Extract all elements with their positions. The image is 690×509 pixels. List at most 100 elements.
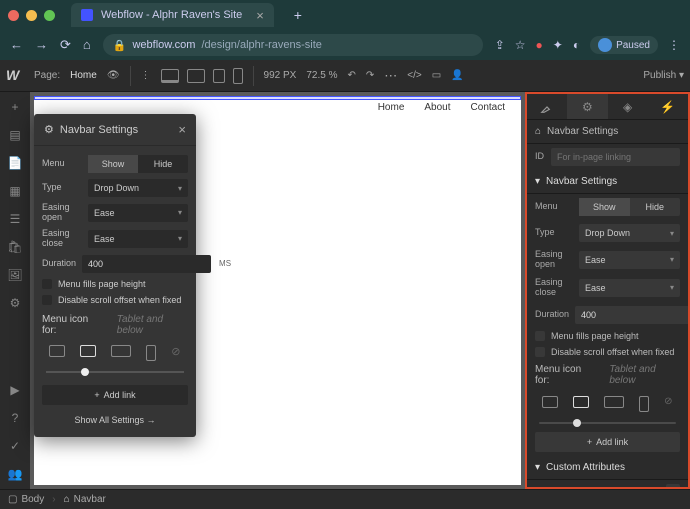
star-icon[interactable]: ☆ xyxy=(515,38,526,52)
nav-link[interactable]: Contact xyxy=(471,102,505,113)
hide-button[interactable]: Hide xyxy=(138,155,188,173)
device-mobile-icon[interactable] xyxy=(233,68,243,84)
easing-open-select-r[interactable]: Ease▾ xyxy=(579,251,680,269)
back-icon[interactable]: ← xyxy=(10,37,23,53)
extensions-icon[interactable]: ✦ xyxy=(553,38,563,52)
profile-avatar-icon xyxy=(598,38,612,52)
address-bar[interactable]: 🔒 webflow.com/design/alphr-ravens-site xyxy=(103,34,483,56)
device-option-tablet[interactable] xyxy=(80,345,96,357)
ecommerce-icon[interactable]: 🛍 xyxy=(8,240,22,254)
disable-scroll-checkbox-r[interactable]: Disable scroll offset when fixed xyxy=(527,344,688,360)
webflow-favicon xyxy=(81,9,93,21)
gear-icon xyxy=(44,123,54,136)
pages-icon[interactable]: 📄 xyxy=(8,156,22,170)
device-none-r[interactable]: ⊘ xyxy=(664,396,672,412)
add-link-button-r[interactable]: +Add link xyxy=(535,432,680,452)
device-mobile-landscape-icon[interactable] xyxy=(213,69,225,83)
settings-tab[interactable]: ⚙ xyxy=(567,94,607,119)
easing-close-select-r[interactable]: Ease▾ xyxy=(579,279,680,297)
webflow-logo[interactable]: W xyxy=(6,67,24,85)
browser-tab[interactable]: Webflow - Alphr Raven's Site × xyxy=(71,3,274,27)
device-tablet-icon[interactable] xyxy=(187,69,205,83)
breadcrumb-navbar[interactable]: Navbar xyxy=(64,494,106,505)
undo-icon[interactable]: ↶ xyxy=(347,70,355,81)
extension-icon-2[interactable]: ◐ xyxy=(573,38,580,52)
users-icon[interactable]: 👥 xyxy=(8,467,22,481)
page-name[interactable]: Home xyxy=(70,70,97,81)
export-icon[interactable]: ▭ xyxy=(432,70,441,81)
breadcrumb-body[interactable]: ▢Body xyxy=(8,494,44,505)
navigator-icon[interactable]: ▤ xyxy=(8,128,22,142)
new-tab-button[interactable]: + xyxy=(288,5,308,25)
add-element-icon[interactable]: + xyxy=(8,100,22,114)
easing-open-select[interactable]: Ease▾ xyxy=(88,204,188,222)
easing-close-select[interactable]: Ease▾ xyxy=(88,230,188,248)
duration-input-r[interactable] xyxy=(575,306,690,324)
preview-icon[interactable]: 👁 xyxy=(107,70,120,81)
home-icon[interactable]: ⌂ xyxy=(83,37,91,53)
maximize-window[interactable] xyxy=(44,10,55,21)
menu-fills-checkbox[interactable]: Menu fills page height xyxy=(42,276,188,292)
close-popup-icon[interactable]: × xyxy=(178,122,186,137)
zoom-level[interactable]: 72.5 % xyxy=(306,70,337,81)
audit-icon[interactable]: ✓ xyxy=(8,439,22,453)
device-option-landscape[interactable] xyxy=(111,345,131,357)
show-all-settings-button[interactable]: Show All Settings → xyxy=(42,409,188,431)
help-icon[interactable]: ? xyxy=(8,411,22,425)
reload-icon[interactable]: ⟳ xyxy=(60,37,71,53)
assets-icon[interactable]: 🖼 xyxy=(8,268,22,282)
code-icon[interactable]: </> xyxy=(407,70,421,81)
components-icon[interactable]: ▦ xyxy=(8,184,22,198)
forward-icon[interactable]: → xyxy=(35,37,48,53)
share-icon[interactable]: ⇪ xyxy=(495,38,505,52)
device-tablet-r[interactable] xyxy=(573,396,589,408)
nav-link[interactable]: Home xyxy=(378,102,405,113)
nav-link[interactable]: About xyxy=(424,102,450,113)
share-designer-icon[interactable]: 👤 xyxy=(451,70,463,81)
navbar-settings-section[interactable]: ▾Navbar Settings xyxy=(527,170,688,194)
more-icon[interactable]: ⋮ xyxy=(141,70,151,81)
hide-button-r[interactable]: Hide xyxy=(630,198,681,216)
show-button[interactable]: Show xyxy=(88,155,138,173)
video-icon[interactable]: ▶ xyxy=(8,383,22,397)
device-desktop-icon[interactable] xyxy=(161,69,179,83)
device-landscape-r[interactable] xyxy=(604,396,624,408)
duration-input[interactable] xyxy=(82,255,211,273)
breakpoint-slider-r[interactable] xyxy=(527,418,688,428)
canvas-width[interactable]: 992 PX xyxy=(264,70,297,81)
device-mobile-r[interactable] xyxy=(639,396,649,412)
device-option-none[interactable]: ⊘ xyxy=(171,345,180,361)
close-tab-icon[interactable]: × xyxy=(256,8,264,23)
add-link-button[interactable]: +Add link xyxy=(42,385,188,405)
profile-paused[interactable]: Paused xyxy=(590,36,658,54)
close-window[interactable] xyxy=(8,10,19,21)
breakpoint-slider[interactable] xyxy=(42,367,188,381)
device-option-desktop[interactable] xyxy=(49,345,65,357)
minimize-window[interactable] xyxy=(26,10,37,21)
extension-icon-1[interactable]: ● xyxy=(536,38,543,52)
device-desktop-r[interactable] xyxy=(542,396,558,408)
cms-icon[interactable]: ☰ xyxy=(8,212,22,226)
checkbox-icon xyxy=(535,347,545,357)
id-input[interactable] xyxy=(551,148,680,166)
comments-icon[interactable]: ⋯ xyxy=(384,68,397,84)
easing-close-label-r: Easing close xyxy=(535,278,573,298)
disable-scroll-checkbox[interactable]: Disable scroll offset when fixed xyxy=(42,292,188,308)
publish-button[interactable]: Publish ▾ xyxy=(643,70,684,81)
panel-title: Navbar Settings xyxy=(547,126,618,137)
type-select[interactable]: Drop Down▾ xyxy=(88,179,188,197)
tab-title: Webflow - Alphr Raven's Site xyxy=(101,9,242,21)
canvas[interactable]: Home About Contact Navbar Settings × Men… xyxy=(30,92,525,489)
interactions-tab[interactable]: ⚡ xyxy=(648,94,688,119)
type-select-r[interactable]: Drop Down▾ xyxy=(579,224,680,242)
menu-fills-checkbox-r[interactable]: Menu fills page height xyxy=(527,328,688,344)
style-manager-tab[interactable]: ◈ xyxy=(608,94,648,119)
device-option-mobile[interactable] xyxy=(146,345,156,361)
settings-rail-icon[interactable]: ⚙ xyxy=(8,296,22,310)
show-button-r[interactable]: Show xyxy=(579,198,630,216)
checkbox-icon xyxy=(42,279,52,289)
redo-icon[interactable]: ↷ xyxy=(366,70,374,81)
style-tab[interactable] xyxy=(527,94,567,119)
menu-icon[interactable]: ⋮ xyxy=(668,38,680,52)
custom-attributes-section[interactable]: ▾Custom Attributes xyxy=(527,456,688,480)
